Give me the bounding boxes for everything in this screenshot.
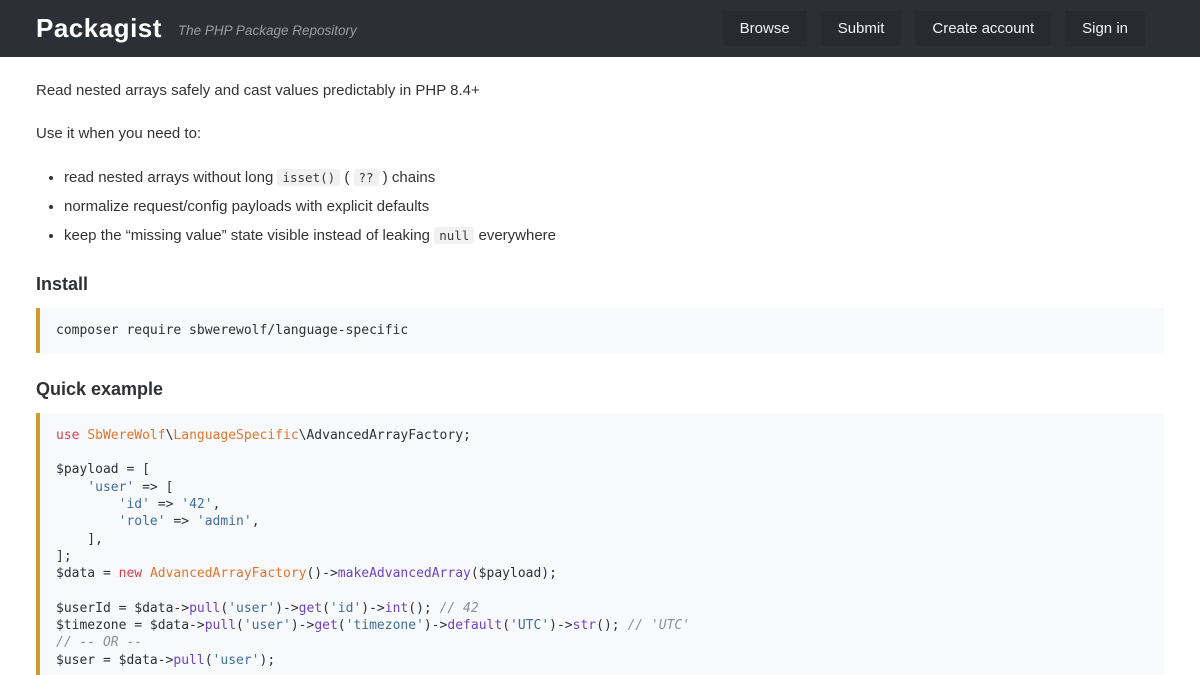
main-nav: Browse Submit Create account Sign in	[723, 11, 1145, 46]
feature-list-item: read nested arrays without long isset() …	[64, 166, 1164, 190]
site-tagline: The PHP Package Repository	[178, 23, 357, 38]
install-heading: Install	[36, 274, 1164, 295]
feature-list-item: normalize request/config payloads with e…	[64, 195, 1164, 219]
nav-sign-in[interactable]: Sign in	[1065, 11, 1145, 46]
packagist-logo[interactable]: Packagist	[36, 13, 162, 44]
header: Packagist The PHP Package Repository Bro…	[0, 0, 1200, 57]
feature-list: read nested arrays without long isset() …	[36, 166, 1164, 248]
inline-code: ??	[354, 169, 379, 186]
nav-create-account[interactable]: Create account	[915, 11, 1051, 46]
inline-code: isset()	[277, 169, 340, 186]
readme-content: Read nested arrays safely and cast value…	[0, 57, 1200, 675]
intro-paragraph: Read nested arrays safely and cast value…	[36, 80, 1164, 102]
inline-code: null	[434, 227, 474, 244]
feature-list-item: keep the “missing value” state visible i…	[64, 224, 1164, 248]
use-when-paragraph: Use it when you need to:	[36, 123, 1164, 145]
quick-example-code-block: use SbWereWolf\LanguageSpecific\Advanced…	[36, 413, 1164, 675]
quick-example-heading: Quick example	[36, 379, 1164, 400]
install-command-block: composer require sbwerewolf/language-spe…	[36, 308, 1164, 353]
nav-browse[interactable]: Browse	[723, 11, 807, 46]
nav-submit[interactable]: Submit	[821, 11, 902, 46]
